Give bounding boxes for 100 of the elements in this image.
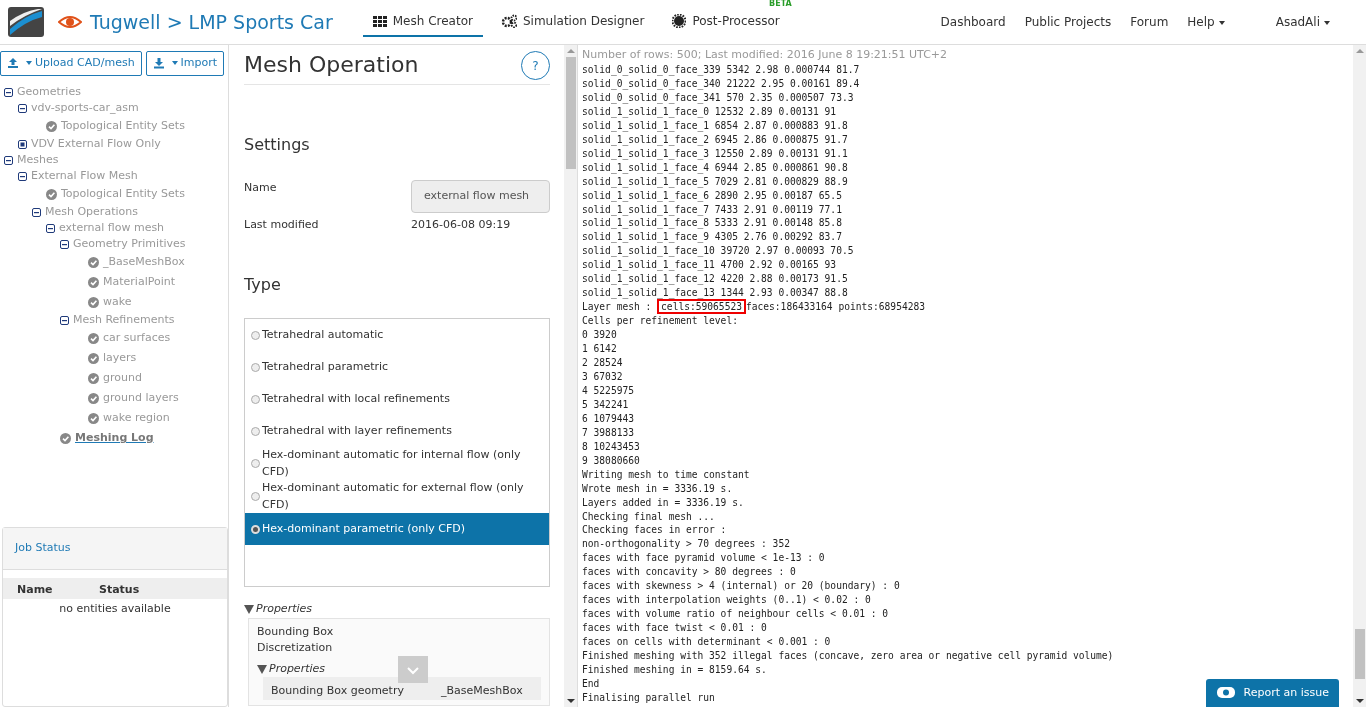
log-line: faces with face twist < 0.01 : 0 (582, 621, 767, 636)
log-link[interactable]: Meshing Log (75, 430, 154, 447)
log-line: Checking faces in error : (582, 523, 727, 538)
upload-icon (7, 57, 19, 70)
log-line: faces on cells with determinant < 0.001 : 0 (582, 635, 831, 650)
log-line: Writing mesh to time constant (582, 467, 750, 482)
type-option[interactable]: Hex-dominant automatic for internal flow (only CFD) (245, 447, 549, 481)
log-line: solid_1_solid_1_face_5 7029 2.81 0.000829 88.9 (582, 174, 848, 189)
property-item: Discretization (257, 640, 334, 657)
tree-item[interactable]: Topological Entity Sets (61, 186, 185, 203)
check-icon (46, 189, 57, 200)
type-option[interactable]: Hex-dominant parametric (only CFD) (245, 513, 549, 546)
property-name: Bounding Box geometry (271, 683, 405, 700)
empty-message: no entities available (58, 601, 172, 617)
check-icon (88, 393, 99, 404)
log-line: Cells per refinement level: (582, 314, 738, 329)
tree-item[interactable]: external flow mesh (59, 220, 165, 237)
gears-icon (500, 14, 517, 28)
type-option[interactable]: Tetrahedral automatic (245, 319, 549, 352)
log-line: Finalising parallel run (582, 690, 715, 705)
name-field[interactable]: external flow mesh (411, 180, 550, 213)
scrollbar[interactable] (1353, 45, 1366, 707)
tree-item[interactable]: car surfaces (103, 330, 171, 347)
log-text: Layer mesh : (582, 301, 653, 313)
nav-link[interactable]: Forum (1130, 13, 1169, 31)
upload-button[interactable]: Upload CAD/mesh (0, 51, 142, 76)
check-icon (60, 433, 71, 444)
tree-item[interactable]: Geometries (17, 84, 81, 101)
tree-item[interactable]: layers (103, 350, 137, 367)
tree-item[interactable]: Mesh Refinements (73, 312, 175, 329)
log-line: solid_1_solid_1_face_3 12550 2.89 0.00131 91.1 (582, 146, 848, 161)
eye-icon (58, 14, 82, 30)
log-line: faces with skewness > 4 (internal) or 20 (boundary) : 0 (582, 579, 900, 594)
tree-item[interactable]: Topological Entity Sets (61, 118, 185, 135)
user-menu[interactable]: AsadAli (1275, 13, 1330, 31)
tree-item[interactable]: ground (103, 370, 142, 387)
beta-label: BETA (769, 0, 792, 10)
log-line: 1 6142 (582, 342, 617, 356)
log-line: solid_0_solid_0_face_340 21222 2.95 0.00161 89.4 (582, 76, 860, 91)
check-icon (88, 297, 99, 308)
log-line: 9 38080660 (582, 453, 640, 468)
check-icon (88, 353, 99, 364)
check-icon (88, 413, 99, 424)
type-option[interactable]: Tetrahedral with local refinements (245, 383, 549, 416)
log-line: 8 10243453 (582, 439, 640, 454)
property-item: Bounding Box (257, 623, 335, 640)
log-line: 5 342241 (582, 397, 629, 412)
help-button[interactable]: ? (521, 51, 550, 80)
report-button[interactable]: Report an issue (1205, 678, 1339, 707)
nav-link[interactable]: Public Projects (1024, 13, 1112, 31)
eye-icon (1215, 685, 1236, 701)
log-line: solid_1_solid_1_face_12 4220 2.88 0.00173 91.5 (582, 272, 848, 287)
type-option[interactable]: Tetrahedral with layer refinements (245, 415, 549, 448)
scroll-down-button[interactable] (398, 656, 428, 683)
check-icon (88, 277, 99, 288)
tree-item[interactable]: vdv-sports-car_asm (31, 100, 139, 117)
check-icon (46, 121, 57, 132)
scrollbar[interactable] (564, 45, 577, 707)
log-line: faces with concavity > 80 degrees : 0 (582, 565, 796, 580)
tree-item[interactable]: Mesh Operations (45, 204, 138, 221)
log-line: solid_0_solid_0_face_339 5342 2.98 0.000744 81.7 (582, 63, 860, 77)
log-line: solid_1_solid_1_face_4 6944 2.85 0.000861 90.8 (582, 160, 848, 175)
section-label: Properties (256, 601, 313, 618)
tree-item[interactable]: Geometry Primitives (73, 236, 186, 253)
nav-link[interactable]: Dashboard (940, 13, 1006, 31)
tree-item[interactable]: _BaseMeshBox (103, 254, 185, 271)
type-option[interactable]: Hex-dominant automatic for external flow (only CFD) (245, 480, 549, 514)
log-line: Finished meshing in = 8159.64 s. (582, 663, 767, 677)
tree-item[interactable]: ground layers (103, 390, 179, 407)
nav-tab[interactable]: Simulation Designer (490, 7, 655, 37)
log-line: solid_1_solid_1_face_7 7433 2.91 0.00119 77.1 (582, 202, 842, 217)
field-label: Last modified (244, 216, 319, 233)
log-line: faces with face pyramid volume < 1e-13 : 0 (582, 551, 825, 566)
tree-item[interactable]: wake (103, 294, 132, 311)
download-icon (152, 57, 165, 70)
tree-item[interactable]: Meshes (17, 152, 59, 169)
tree-item[interactable]: External Flow Mesh (31, 168, 138, 185)
panel-title: Mesh Operation (244, 52, 419, 79)
log-info: Number of rows: 500; Last modified: 2016 June 8 19:21:51 UTC+2 (582, 48, 949, 62)
log-line: solid_1_solid_1_face_8 5333 2.91 0.00148 85.8 (582, 216, 842, 231)
tree-item[interactable]: VDV External Flow Only (31, 136, 161, 153)
gear-icon (672, 14, 687, 28)
type-option[interactable]: Tetrahedral parametric (245, 351, 549, 384)
nav-tab[interactable]: Post-Processor (662, 7, 790, 37)
log-line: solid_1_solid_1_face_6 2890 2.95 0.00187 65.5 (582, 188, 842, 203)
tree-item[interactable]: MaterialPoint (103, 274, 175, 291)
log-line: solid_1_solid_1_face_1 6854 2.87 0.000883 91.8 (582, 118, 848, 133)
log-line: Layers added in = 3336.19 s. (582, 495, 744, 510)
check-icon (88, 333, 99, 344)
nav-tab[interactable]: Mesh Creator (362, 7, 483, 37)
log-line: End (582, 676, 600, 691)
log-text: faces:186433164 points:68954283 (745, 301, 926, 313)
import-button[interactable]: Import (145, 51, 225, 76)
log-line: solid_1_solid_1_face_0 12532 2.89 0.00131 91 (582, 104, 837, 119)
log-line: non-orthogonality > 70 degrees : 352 (582, 537, 790, 552)
tree-item[interactable]: wake region (103, 410, 170, 427)
log-line: solid_1_solid_1_face_13 1344 2.93 0.00347 88.8 (582, 286, 848, 301)
help-menu[interactable]: Help (1187, 13, 1225, 31)
log-line: solid_0_solid_0_face_341 570 2.35 0.000507 73.3 (582, 90, 854, 105)
section-heading: Settings (244, 135, 311, 155)
